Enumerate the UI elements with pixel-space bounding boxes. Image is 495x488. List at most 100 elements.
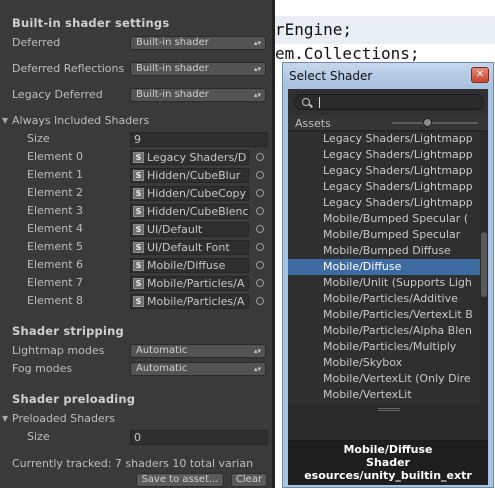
fog-modes-dropdown-value: Automatic <box>136 363 188 374</box>
drag-handle-icon[interactable] <box>378 408 400 411</box>
element-label: Element 2 <box>27 186 84 199</box>
shader-preloading-header: Shader preloading <box>12 392 136 406</box>
shader-icon: S <box>133 242 144 253</box>
object-picker-icon[interactable] <box>256 261 264 269</box>
object-picker-icon[interactable] <box>256 189 264 197</box>
preloaded-size-field[interactable]: 0 <box>130 430 268 445</box>
element-shader-field[interactable]: S UI/Default <box>130 222 249 237</box>
shader-list-item[interactable]: Legacy Shaders/Lightmapp <box>288 163 480 179</box>
shader-stripping-header: Shader stripping <box>12 324 124 338</box>
element-shader-field[interactable]: S Hidden/CubeCopy <box>130 186 249 201</box>
window-title: Select Shader <box>289 69 373 83</box>
element-shader-value: Mobile/Particles/A <box>147 295 245 308</box>
element-shader-value: Mobile/Particles/A <box>147 277 245 290</box>
preview-asset-type: Shader <box>366 456 410 469</box>
always-included-size-field[interactable]: 9 <box>130 132 268 147</box>
shader-list-item[interactable]: Mobile/Bumped Specular ( <box>288 211 480 227</box>
shader-list-item[interactable]: Mobile/Particles/Additive <box>288 291 480 307</box>
element-shader-field[interactable]: S UI/Default Font <box>130 240 249 255</box>
element-shader-field[interactable]: S Legacy Shaders/D <box>130 150 249 165</box>
shader-icon: S <box>133 296 144 307</box>
save-to-asset-button[interactable]: Save to asset... <box>136 473 224 487</box>
object-picker-icon[interactable] <box>256 171 264 179</box>
shader-icon: S <box>133 188 144 199</box>
element-label: Element 5 <box>27 240 84 253</box>
shader-list-item[interactable]: Mobile/VertexLit (Only Dire <box>288 371 480 387</box>
shader-icon: S <box>133 170 144 181</box>
shader-list-item[interactable]: Mobile/Skybox <box>288 355 480 371</box>
element-shader-value: Hidden/CubeCopy <box>147 187 247 200</box>
shader-list-item-selected[interactable]: Mobile/Diffuse <box>288 259 480 275</box>
preview-pane: Mobile/Diffuse Shader esources/unity_bui… <box>288 405 488 485</box>
shader-list-item[interactable]: Mobile/Bumped Diffuse <box>288 243 480 259</box>
element-shader-field[interactable]: S Mobile/Particles/A <box>130 276 249 291</box>
object-picker-icon[interactable] <box>256 225 264 233</box>
foldout-expanded-icon[interactable]: ▼ <box>2 414 8 423</box>
shader-list-scrollbar[interactable] <box>480 132 488 404</box>
currently-tracked-text: Currently tracked: 7 shaders 10 total va… <box>12 457 254 470</box>
shader-list-item[interactable]: Mobile/Bumped Specular <box>288 227 480 243</box>
deferred-dropdown[interactable]: Built-in shader ▴▾ <box>130 36 266 50</box>
preview-splitter[interactable] <box>288 405 488 441</box>
select-shader-window: Select Shader ✕ Assets Legacy Shaders/Li… <box>282 62 494 488</box>
dropdown-arrows-icon: ▴▾ <box>253 65 261 73</box>
legacy-deferred-dropdown[interactable]: Built-in shader ▴▾ <box>130 88 266 102</box>
shader-list-item[interactable]: Legacy Shaders/Lightmapp <box>288 179 480 195</box>
deferred-reflections-dropdown[interactable]: Built-in shader ▴▾ <box>130 62 266 76</box>
shader-list-item[interactable]: Mobile/Particles/Alpha Blen <box>288 323 480 339</box>
element-label: Element 6 <box>27 258 84 271</box>
shader-icon: S <box>133 224 144 235</box>
object-picker-icon[interactable] <box>256 279 264 287</box>
element-shader-value: Legacy Shaders/D <box>147 151 247 164</box>
shader-list-item[interactable]: Mobile/Particles/VertexLit B <box>288 307 480 323</box>
builtin-shader-settings-header: Built-in shader settings <box>12 16 170 30</box>
lightmap-modes-dropdown[interactable]: Automatic ▴▾ <box>130 344 266 358</box>
object-picker-icon[interactable] <box>256 243 264 251</box>
shader-list-item[interactable]: Legacy Shaders/Lightmapp <box>288 132 480 147</box>
foldout-expanded-icon[interactable]: ▼ <box>2 116 8 125</box>
element-shader-field[interactable]: S Mobile/Diffuse <box>130 258 249 273</box>
always-included-shaders-foldout[interactable]: Always Included Shaders <box>12 114 149 127</box>
dropdown-arrows-icon: ▴▾ <box>253 39 261 47</box>
object-picker-icon[interactable] <box>256 207 264 215</box>
zoom-slider-thumb[interactable] <box>423 118 432 127</box>
scrollbar-thumb[interactable] <box>481 232 487 297</box>
deferred-reflections-dropdown-value: Built-in shader <box>136 63 209 74</box>
fog-modes-dropdown[interactable]: Automatic ▴▾ <box>130 362 266 376</box>
preloaded-size-label: Size <box>27 430 50 443</box>
legacy-deferred-dropdown-value: Built-in shader <box>136 89 209 100</box>
shader-list-item[interactable]: Mobile/Particles/Multiply <box>288 339 480 355</box>
dropdown-arrows-icon: ▴▾ <box>253 91 261 99</box>
code-line: em.Collections; <box>275 44 420 63</box>
preloaded-shaders-foldout[interactable]: Preloaded Shaders <box>12 412 115 425</box>
deferred-dropdown-value: Built-in shader <box>136 37 209 48</box>
shader-icon: S <box>133 260 144 271</box>
shader-icon: S <box>133 206 144 217</box>
preview-asset-path: esources/unity_builtin_extr <box>304 469 472 482</box>
shader-icon: S <box>133 152 144 163</box>
search-bar <box>288 89 488 115</box>
deferred-label: Deferred <box>12 36 61 49</box>
search-input[interactable] <box>294 94 484 110</box>
element-shader-value: UI/Default Font <box>147 241 230 254</box>
element-label: Element 3 <box>27 204 84 217</box>
object-picker-icon[interactable] <box>256 153 264 161</box>
assets-tab[interactable]: Assets <box>295 117 331 130</box>
element-shader-field[interactable]: S Hidden/CubeBlur <box>130 168 249 183</box>
window-title-bar[interactable]: Select Shader ✕ <box>283 63 493 87</box>
shader-list-item[interactable]: Mobile/Unlit (Supports Ligh <box>288 275 480 291</box>
preview-shader-name: Mobile/Diffuse <box>343 443 433 456</box>
element-shader-field[interactable]: S Mobile/Particles/A <box>130 294 249 309</box>
zoom-slider-track[interactable] <box>392 122 478 124</box>
code-line: rEngine; <box>275 20 353 39</box>
shader-list-item[interactable]: Legacy Shaders/Lightmapp <box>288 147 480 163</box>
shader-list-item[interactable]: Mobile/VertexLit <box>288 387 480 403</box>
assets-tab-bar: Assets <box>288 115 488 131</box>
fog-modes-label: Fog modes <box>12 362 73 375</box>
element-shader-field[interactable]: S Hidden/CubeBlenc <box>130 204 249 219</box>
close-button[interactable]: ✕ <box>471 67 489 83</box>
shader-list-item[interactable]: Legacy Shaders/Lightmapp <box>288 195 480 211</box>
object-picker-icon[interactable] <box>256 297 264 305</box>
element-label: Element 1 <box>27 168 84 181</box>
clear-button[interactable]: Clear <box>231 473 267 487</box>
